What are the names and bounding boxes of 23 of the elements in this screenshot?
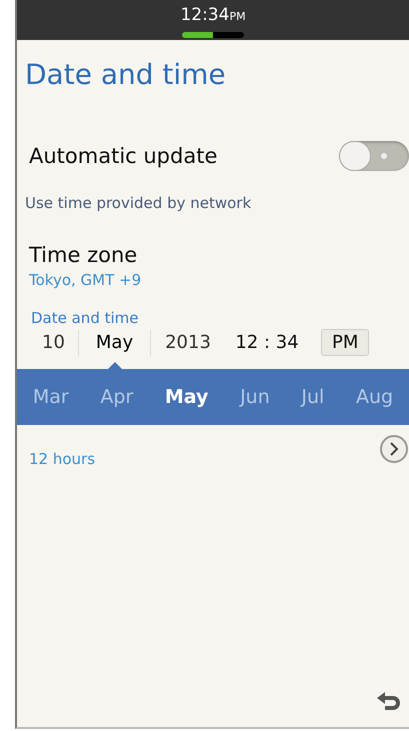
back-icon[interactable] — [375, 691, 403, 713]
setting-label: Date and time — [31, 309, 140, 327]
page-title: Date and time — [25, 58, 227, 91]
month-option[interactable]: Mar — [32, 386, 69, 408]
setting-value[interactable]: Tokyo, GMT +9 — [29, 271, 409, 289]
toggle-switch[interactable] — [339, 141, 409, 171]
chevron-right-icon[interactable] — [379, 434, 409, 464]
date-field[interactable]: 10 — [29, 330, 79, 356]
date-field[interactable]: 2013 — [151, 330, 225, 356]
status-clock: 12:34PM — [180, 5, 246, 27]
setting-label: Time zone — [29, 243, 138, 267]
setting-label: Automatic update — [29, 144, 218, 168]
setting-description: Use time provided by network — [25, 194, 252, 212]
month-option[interactable]: Aug — [356, 386, 394, 408]
ampm-button[interactable]: PM — [321, 329, 370, 356]
month-option[interactable]: Jun — [240, 386, 270, 408]
month-option[interactable]: May — [164, 386, 208, 408]
setting-value[interactable]: 12 hours — [29, 450, 96, 468]
battery-bar — [182, 32, 244, 38]
month-option[interactable]: Apr — [100, 386, 134, 408]
time-field[interactable]: 12 : 34 — [225, 330, 309, 356]
date-field[interactable]: May — [79, 330, 151, 356]
month-option[interactable]: Jul — [301, 386, 324, 408]
